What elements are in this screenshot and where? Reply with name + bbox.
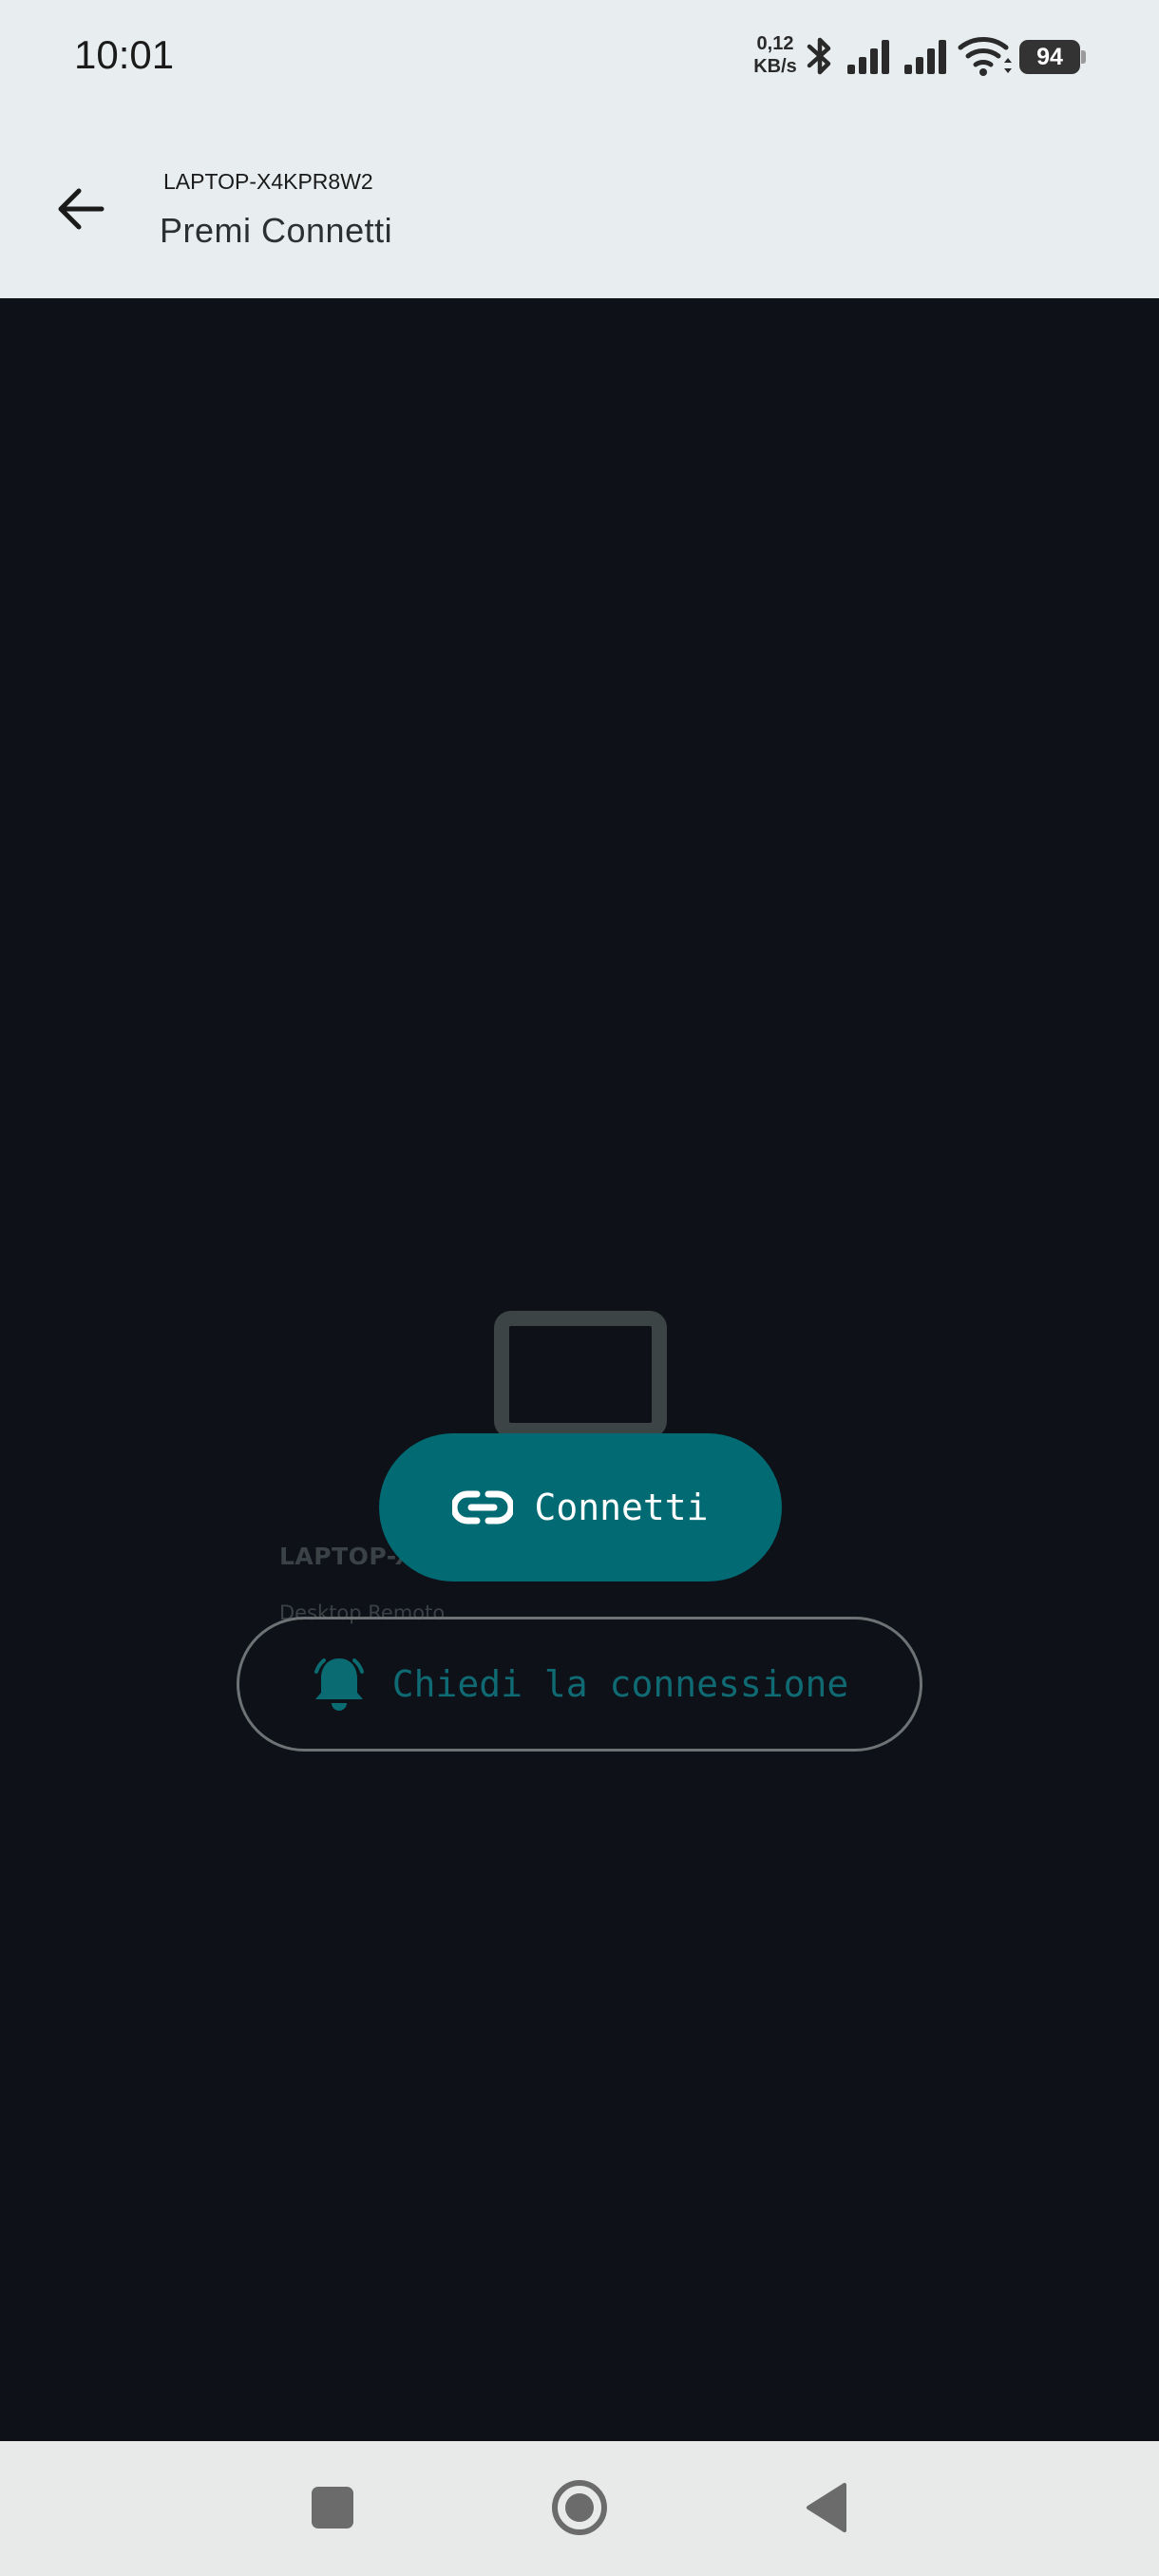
status-bar: 10:01 0,12 KB/s 94 xyxy=(0,0,1159,114)
app-bar-device-id: LAPTOP-X4KPR8W2 xyxy=(163,169,373,194)
system-back-button[interactable] xyxy=(788,2470,864,2546)
recents-icon xyxy=(312,2487,353,2529)
app-bar: LAPTOP-X4KPR8W2 Premi Connetti xyxy=(0,142,1159,275)
system-navigation-bar xyxy=(0,2441,1159,2576)
network-speed: 0,12 KB/s xyxy=(750,32,800,78)
signal-strength-2-icon xyxy=(904,40,946,74)
back-button[interactable] xyxy=(38,171,124,247)
page-title: Premi Connetti xyxy=(160,211,393,250)
link-icon xyxy=(452,1490,514,1525)
signal-strength-icon xyxy=(847,40,889,74)
home-icon xyxy=(552,2480,607,2535)
bluetooth-icon xyxy=(807,37,831,75)
main-content: LAPTOP-X4KPR8W2 Desktop Remoto xyxy=(0,298,1159,2441)
connect-button-label: Connetti xyxy=(534,1487,709,1528)
home-button[interactable] xyxy=(542,2470,618,2546)
connect-button[interactable]: Connetti xyxy=(379,1433,782,1582)
bell-icon xyxy=(314,1658,364,1711)
back-icon xyxy=(807,2483,846,2532)
request-connection-label: Chiedi la connessione xyxy=(391,1663,849,1705)
network-speed-value: 0,12 xyxy=(756,33,794,54)
battery-indicator: 94 xyxy=(1019,40,1080,74)
battery-tip xyxy=(1081,50,1086,64)
recents-button[interactable] xyxy=(294,2470,370,2546)
status-time: 10:01 xyxy=(74,32,175,77)
wifi-icon xyxy=(958,37,1012,76)
back-arrow-icon xyxy=(58,188,104,230)
header-area: 10:01 0,12 KB/s 94 LAPTOP-X4KPR8W2 Premi… xyxy=(0,0,1159,298)
request-connection-button[interactable]: Chiedi la connessione xyxy=(237,1617,922,1752)
network-speed-unit: KB/s xyxy=(753,56,797,77)
